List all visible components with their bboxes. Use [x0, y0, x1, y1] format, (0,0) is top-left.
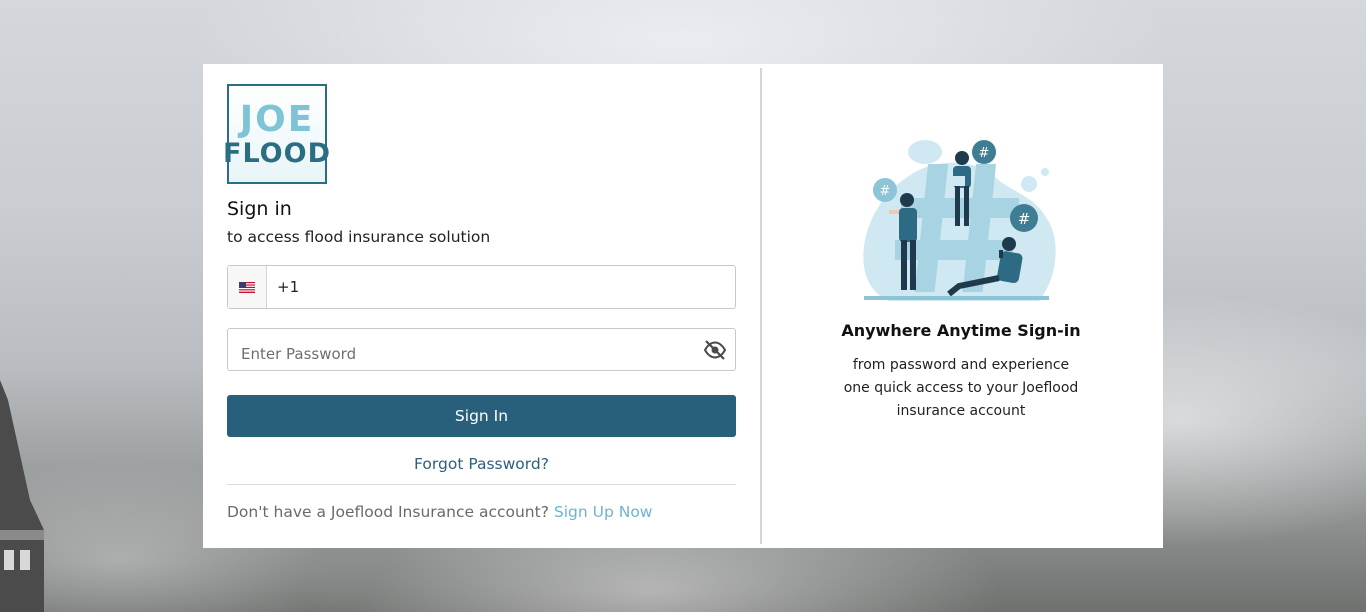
logo-line2: FLOOD: [223, 137, 332, 169]
phone-field: [227, 265, 736, 309]
us-flag-icon: [239, 281, 255, 293]
logo-line1: JOE: [239, 98, 315, 140]
country-selector[interactable]: [228, 266, 267, 308]
promo-panel: # # # Anywhere Anytime Sign-in from pass…: [761, 64, 1163, 548]
svg-text:#: #: [1018, 210, 1031, 228]
signin-panel: JOE FLOOD Sign in to access flood insura…: [203, 64, 761, 548]
signin-card: JOE FLOOD Sign in to access flood insura…: [203, 64, 1163, 548]
signin-button[interactable]: Sign In: [227, 395, 736, 437]
eye-slash-icon: [703, 339, 727, 360]
toggle-password-visibility[interactable]: [695, 329, 735, 370]
signin-title: Sign in: [227, 198, 292, 220]
hashtag-illustration: # # #: [863, 140, 1056, 301]
divider: [227, 484, 736, 485]
forgot-password-link[interactable]: Forgot Password?: [227, 455, 736, 473]
promo-title: Anywhere Anytime Sign-in: [841, 321, 1081, 340]
signin-subtitle: to access flood insurance solution: [227, 228, 491, 246]
svg-text:#: #: [979, 146, 990, 161]
promo-description: from password and experience one quick a…: [761, 354, 1161, 423]
promo-line1: from password and experience: [852, 357, 1070, 373]
signup-prompt: Don't have a Joeflood Insurance account?: [227, 503, 549, 521]
background-tower: [0, 380, 44, 612]
password-field: [227, 328, 736, 371]
promo-line3: insurance account: [896, 403, 1026, 419]
signup-link[interactable]: Sign Up Now: [554, 503, 653, 521]
password-input[interactable]: [228, 329, 695, 370]
promo-line2: one quick access to your Joeflood: [843, 380, 1079, 396]
svg-text:#: #: [880, 184, 891, 199]
joeflood-logo: JOE FLOOD: [223, 84, 330, 184]
phone-input[interactable]: [267, 266, 735, 308]
signup-row: Don't have a Joeflood Insurance account?…: [227, 503, 737, 521]
